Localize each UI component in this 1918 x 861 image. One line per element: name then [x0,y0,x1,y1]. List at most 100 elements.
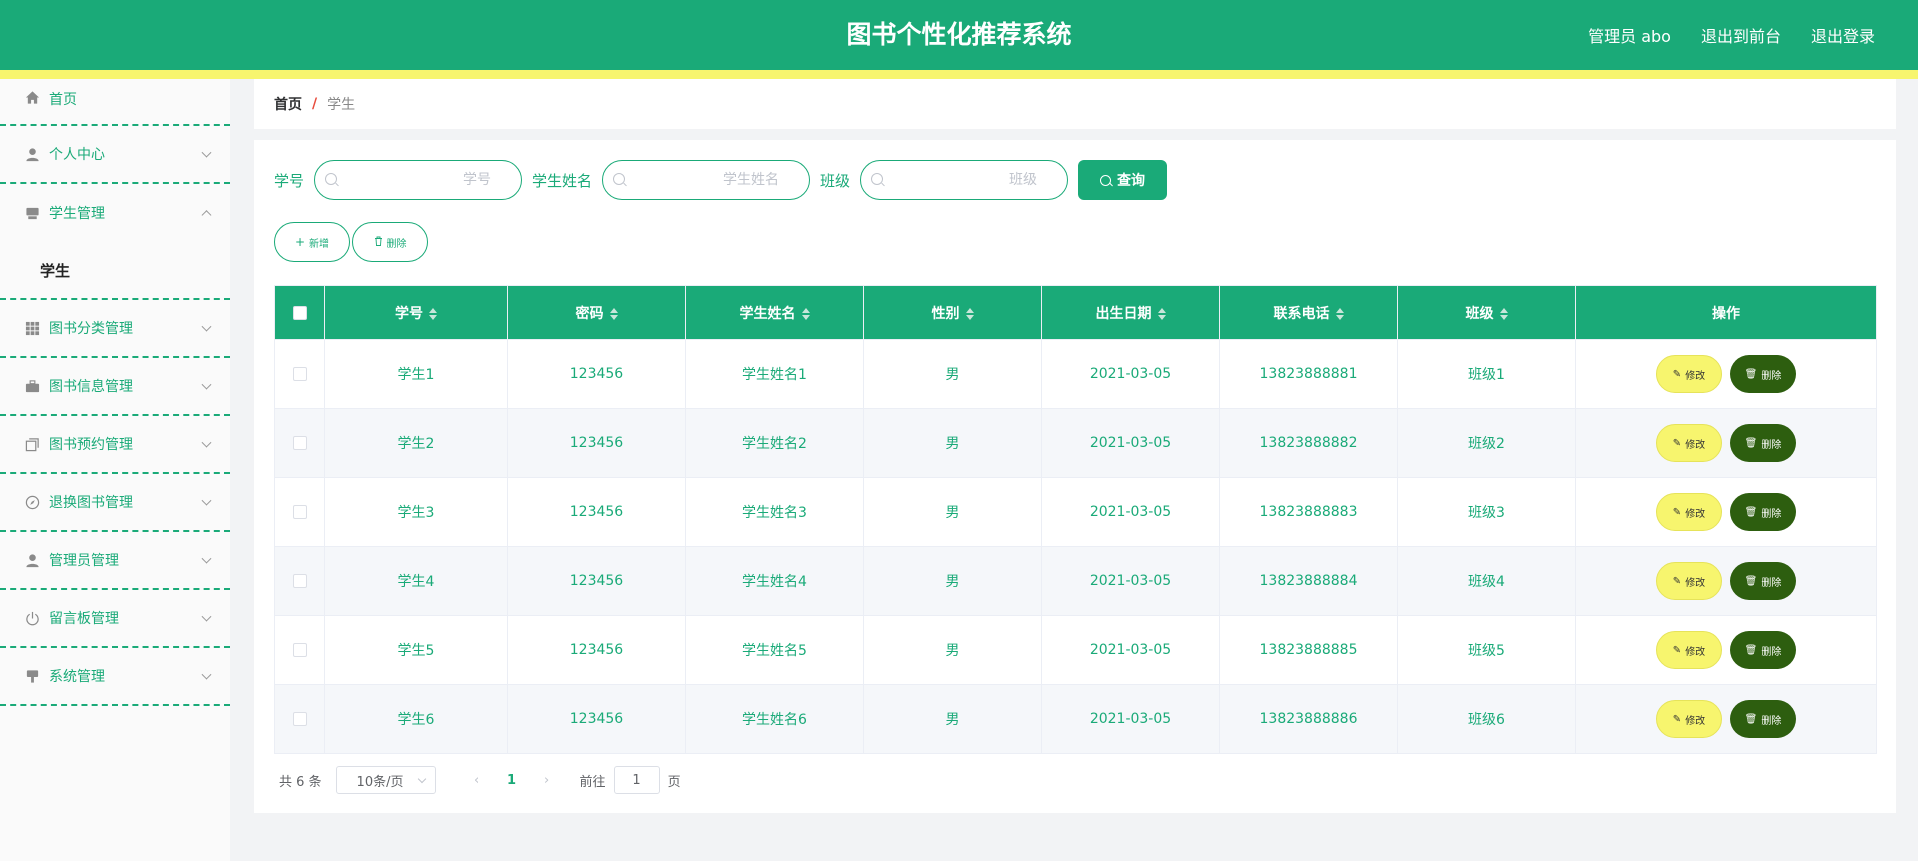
column-header-student-name[interactable]: 学生姓名 [685,285,864,340]
cell-student-id: 学生5 [324,615,508,685]
exit-to-front-link[interactable]: 退出到前台 [1701,23,1781,47]
edit-icon: ✎ [1672,437,1682,449]
table-row: 学生1 123456 学生姓名1 男 2021-03-05 1382388888… [274,339,1877,409]
delete-button[interactable]: 🗑 删除 [1730,424,1796,462]
cell-gender: 男 [863,546,1042,616]
edit-icon: ✎ [1672,644,1682,656]
inbox-icon [24,205,40,221]
trash-icon: 🗑 [1744,437,1758,449]
cell-gender: 男 [863,339,1042,409]
sort-icon[interactable] [965,307,974,320]
column-header-password[interactable]: 密码 [507,285,686,340]
prev-page-button[interactable]: ‹ [462,773,492,788]
student-table: 学号 密码 学生姓名 性别 出生日期 联系电话 班级 操作 学生1 123456… [274,285,1877,754]
power-icon [24,610,40,626]
chevron-down-icon [417,774,426,784]
row-checkbox[interactable] [292,643,307,657]
select-all-checkbox[interactable] [292,305,307,320]
sidebar-item-book-return[interactable]: 退换图书管理 [0,474,230,532]
delete-button[interactable]: 🗑 删除 [1730,493,1796,531]
sort-icon[interactable] [429,307,437,320]
row-checkbox[interactable] [292,505,307,519]
cell-password: 123456 [507,546,686,616]
row-checkbox[interactable] [292,436,307,450]
sort-icon[interactable] [801,307,810,320]
column-header-gender[interactable]: 性别 [863,285,1042,340]
column-header-class[interactable]: 班级 [1397,285,1576,340]
sidebar-item-system-management[interactable]: 系统管理 [0,648,230,706]
compass-icon [24,494,40,510]
cell-student-name: 学生姓名3 [685,477,864,547]
sidebar-item-admin-management[interactable]: 管理员管理 [0,532,230,590]
user-icon [24,146,40,162]
table-header-row: 学号 密码 学生姓名 性别 出生日期 联系电话 班级 操作 [274,285,1877,340]
column-header-birth-date[interactable]: 出生日期 [1041,285,1220,340]
sidebar-item-book-info[interactable]: 图书信息管理 [0,358,230,416]
delete-button[interactable]: 🗑 删除 [1730,631,1796,669]
delete-button[interactable]: 🗑 删除 [1730,355,1796,393]
edit-button[interactable]: ✎ 修改 [1656,562,1722,600]
add-button[interactable]: + 新增 [274,222,350,262]
home-icon [24,89,40,105]
grid-icon [24,320,40,336]
sidebar-item-student-management[interactable]: 学生管理 [0,184,230,242]
trash-icon: 🗑 [1744,575,1758,587]
row-checkbox[interactable] [292,367,307,381]
row-select-cell [274,477,325,547]
cell-class: 班级3 [1397,477,1576,547]
sidebar-item-home[interactable]: 首页 [0,79,230,126]
class-input[interactable] [861,161,1068,199]
logout-link[interactable]: 退出登录 [1811,23,1875,47]
sort-icon[interactable] [1157,307,1166,320]
cell-password: 123456 [507,408,686,478]
sidebar-item-label: 管理员管理 [49,553,119,569]
column-header-phone[interactable]: 联系电话 [1219,285,1398,340]
page-number-current[interactable]: 1 [492,773,532,788]
student-id-input[interactable] [315,161,522,199]
goto-label: 前往 [579,774,606,790]
row-checkbox[interactable] [292,712,307,726]
sort-icon[interactable] [609,307,618,320]
sidebar-item-personal-center[interactable]: 个人中心 [0,126,230,184]
cell-phone: 13823888883 [1219,477,1398,547]
sidebar-item-label: 图书预约管理 [49,437,133,453]
delete-button[interactable]: 🗑 删除 [1730,562,1796,600]
delete-button[interactable]: 🗑 删除 [1730,700,1796,738]
sidebar-subitem-student[interactable]: 学生 [0,242,230,300]
cell-birth-date: 2021-03-05 [1041,408,1220,478]
cell-birth-date: 2021-03-05 [1041,684,1220,754]
batch-delete-button[interactable]: 删除 [352,222,428,262]
pagination: 共 6 条 10条/页 ‹ 1 › 前往 页 [279,766,681,794]
next-page-button[interactable]: › [532,773,562,788]
sort-icon[interactable] [1499,307,1508,320]
edit-button[interactable]: ✎ 修改 [1656,493,1722,531]
edit-button[interactable]: ✎ 修改 [1656,631,1722,669]
header-select-all[interactable] [274,285,325,340]
search-box-student-name [602,160,811,200]
total-count: 共 6 条 [279,774,322,790]
query-button[interactable]: 查询 [1078,160,1168,200]
edit-button[interactable]: ✎ 修改 [1656,355,1722,393]
page-unit-label: 页 [667,774,681,790]
batch-delete-button-label: 删除 [386,238,407,250]
cell-phone: 13823888881 [1219,339,1398,409]
goto-page-input[interactable] [613,766,660,794]
sidebar-item-book-reservation[interactable]: 图书预约管理 [0,416,230,474]
table-row: 学生5 123456 学生姓名5 男 2021-03-05 1382388888… [274,615,1877,685]
sidebar-item-book-category[interactable]: 图书分类管理 [0,300,230,358]
edit-button[interactable]: ✎ 修改 [1656,700,1722,738]
trash-icon: 🗑 [1744,713,1758,725]
cell-student-name: 学生姓名5 [685,615,864,685]
student-name-input[interactable] [603,161,810,199]
page-size-select[interactable]: 10条/页 [335,766,436,794]
sidebar-item-message-board[interactable]: 留言板管理 [0,590,230,648]
cell-gender: 男 [863,408,1042,478]
edit-button[interactable]: ✎ 修改 [1656,424,1722,462]
cell-birth-date: 2021-03-05 [1041,546,1220,616]
search-label-student-name: 学生姓名 [532,171,593,190]
cell-gender: 男 [863,615,1042,685]
row-checkbox[interactable] [292,574,307,588]
breadcrumb-home[interactable]: 首页 [274,94,302,114]
sort-icon[interactable] [1335,307,1344,320]
column-header-student-id[interactable]: 学号 [324,285,508,340]
